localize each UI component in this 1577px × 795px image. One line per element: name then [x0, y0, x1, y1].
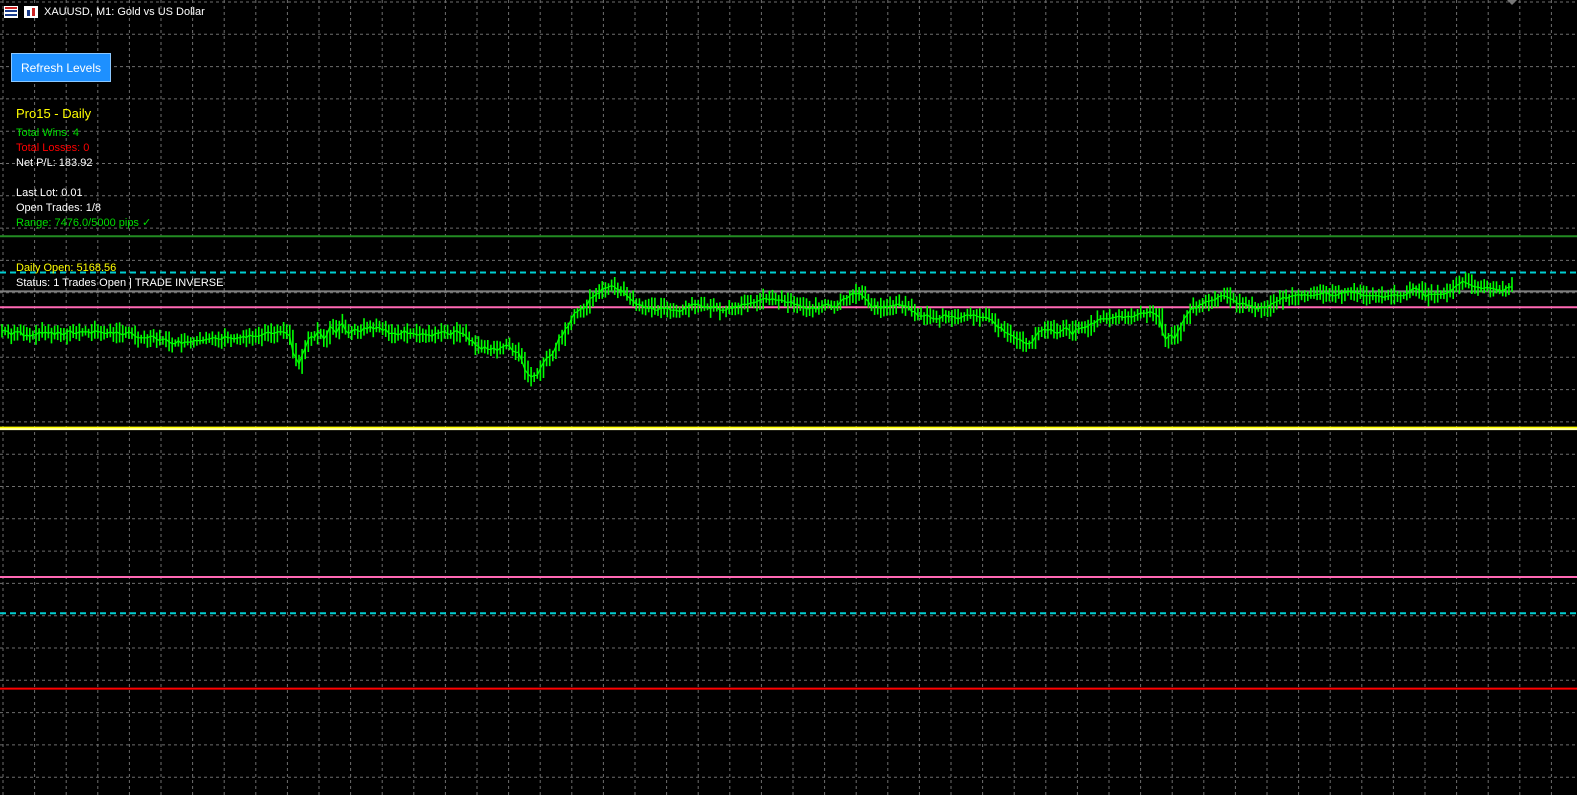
trade-status: Status: 1 Trades Open | TRADE INVERSE: [16, 277, 224, 289]
chart-title-bar: XAUUSD, M1: Gold vs US Dollar: [4, 3, 205, 21]
range-status: Range: 7476.0/5000 pips ✓: [16, 217, 152, 229]
last-lot: Last Lot: 0.01: [16, 187, 83, 199]
chart-window[interactable]: XAUUSD, M1: Gold vs US Dollar Refresh Le…: [0, 0, 1577, 795]
chart-grid: [0, 0, 1577, 795]
total-losses: Total Losses: 0: [16, 142, 90, 154]
refresh-levels-button[interactable]: Refresh Levels: [11, 53, 111, 82]
chart-title: XAUUSD, M1: Gold vs US Dollar: [44, 6, 205, 18]
net-pl: Net P/L: 183.92: [16, 157, 93, 169]
daily-open: Daily Open: 5168.56: [16, 262, 117, 274]
price-chart[interactable]: [0, 0, 1577, 795]
price-series: [1, 272, 1513, 387]
open-trades: Open Trades: 1/8: [16, 202, 101, 214]
chart-scroll-marker-icon: [1507, 0, 1517, 5]
panel-title: Pro15 - Daily: [16, 106, 92, 121]
grid-table-icon[interactable]: [4, 6, 18, 18]
candlestick-chart-icon[interactable]: [24, 6, 38, 18]
total-wins: Total Wins: 4: [16, 127, 79, 139]
